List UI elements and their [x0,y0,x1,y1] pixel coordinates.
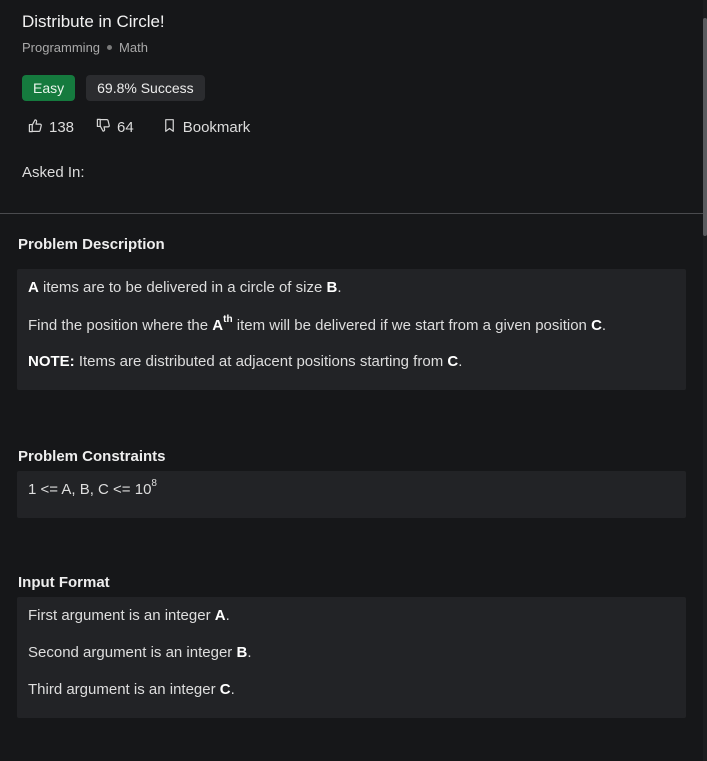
upvote-count: 138 [49,119,75,136]
constraints-line: 1 <= A, B, C <= 108 [28,478,157,498]
vertical-scrollbar[interactable] [703,0,707,761]
downvote-count: 64 [117,119,134,136]
success-rate-badge: 69.8% Success [86,75,205,101]
section-divider [0,213,703,214]
input-format-heading: Input Format [18,574,110,591]
description-line-1: A items are to be delivered in a circle … [28,279,342,296]
problem-page: Distribute in Circle! Programming Math E… [0,0,707,761]
thumbs-up-icon [28,118,49,137]
badges-row: Easy 69.8% Success [22,75,205,101]
upvote-button[interactable]: 138 [28,118,74,137]
tag-programming[interactable]: Programming [22,40,100,55]
problem-description-box: A items are to be delivered in a circle … [17,269,686,390]
problem-constraints-box: 1 <= A, B, C <= 108 [17,471,686,518]
scrollbar-thumb[interactable] [703,18,707,236]
input-format-line-2: Second argument is an integer B. [28,644,252,661]
downvote-button[interactable]: 64 [96,118,134,137]
input-format-line-1: First argument is an integer A. [28,607,230,624]
tag-separator-dot [107,45,113,50]
bookmark-button[interactable]: Bookmark [162,118,251,137]
input-format-line-3: Third argument is an integer C. [28,681,235,698]
problem-title: Distribute in Circle! [22,12,165,31]
tag-math[interactable]: Math [119,40,148,55]
problem-constraints-heading: Problem Constraints [18,448,166,465]
difficulty-badge: Easy [22,75,76,101]
actions-row: 138 64 Bookmark [28,118,250,137]
asked-in-label: Asked In: [22,164,85,181]
thumbs-down-icon [96,118,117,137]
bookmark-label: Bookmark [182,119,251,136]
input-format-box: First argument is an integer A. Second a… [17,597,686,718]
bookmark-icon [162,118,183,137]
problem-description-heading: Problem Description [18,236,165,253]
problem-tags: Programming Math [22,40,148,55]
description-line-3: NOTE: Items are distributed at adjacent … [28,353,463,370]
description-line-2: Find the position where the Ath item wil… [28,314,607,334]
